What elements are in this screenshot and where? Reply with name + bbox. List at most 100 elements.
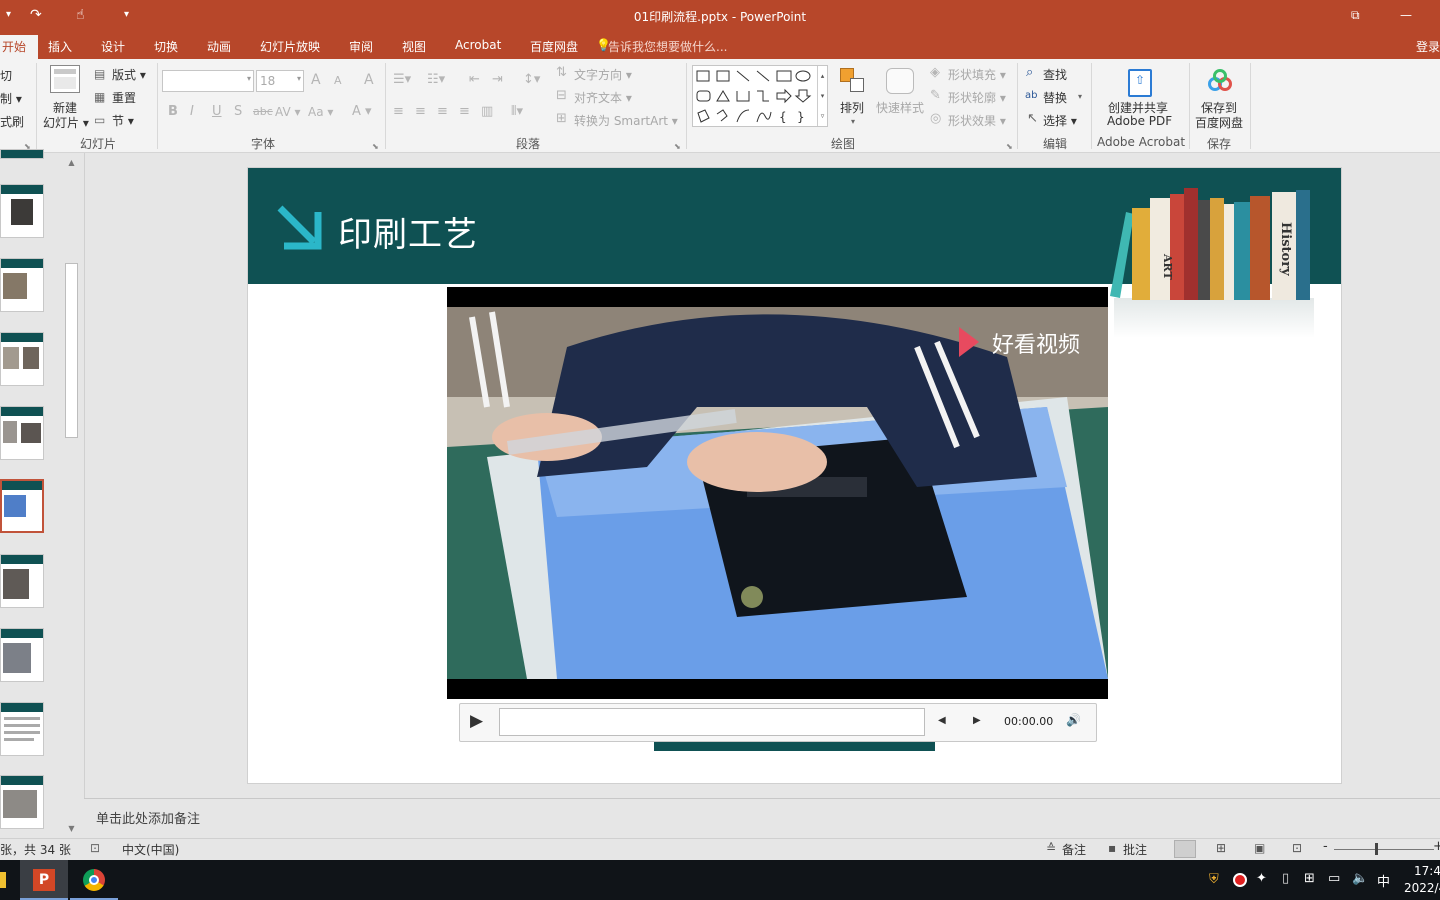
distribute-icon[interactable]: ▥	[481, 104, 493, 120]
shapes-gallery[interactable]: { } ▴ ▾ ▿	[692, 65, 828, 127]
slide-thumbnail-selected[interactable]	[0, 479, 44, 533]
tab-transitions[interactable]: 切换	[154, 38, 178, 55]
replace-button[interactable]: 替换	[1043, 89, 1067, 106]
notes-pane[interactable]	[84, 798, 1440, 838]
shape-fill-button[interactable]: 形状填充 ▾	[948, 66, 1006, 83]
shadow-button[interactable]: S	[234, 104, 242, 120]
spellcheck-icon[interactable]: ⊡	[90, 841, 100, 855]
decrease-indent-icon[interactable]: ⇤	[469, 72, 480, 88]
tab-design[interactable]: 设计	[101, 38, 125, 55]
record-tray-icon[interactable]	[1233, 873, 1247, 887]
align-left-icon[interactable]: ≡	[393, 104, 404, 120]
slide-thumbnail[interactable]	[0, 184, 44, 238]
slide-thumbnail[interactable]	[0, 149, 44, 159]
thumbnail-scroll-thumb[interactable]	[65, 263, 78, 438]
slide-thumbnail[interactable]	[0, 332, 44, 386]
taskbar-powerpoint[interactable]: P	[20, 860, 68, 900]
bold-button[interactable]: B	[168, 104, 178, 120]
tray-app-icon[interactable]: ✦	[1256, 871, 1267, 886]
select-button[interactable]: 选择 ▾	[1043, 112, 1077, 129]
clear-formatting-icon[interactable]: A	[364, 72, 374, 88]
embedded-video[interactable]: 好看视频	[447, 287, 1108, 699]
slide-sorter-icon[interactable]: ⊞	[1216, 841, 1226, 855]
save-baidu-label-2[interactable]: 百度网盘	[1195, 114, 1243, 131]
play-button[interactable]: ▶	[470, 711, 483, 731]
columns-icon[interactable]: ⫴▾	[511, 104, 523, 120]
strikethrough-button[interactable]: abc	[253, 104, 273, 120]
reset-button[interactable]: 重置	[112, 89, 136, 106]
seek-back-button[interactable]: ◀	[938, 715, 946, 726]
comments-toggle-button[interactable]: 批注	[1123, 841, 1147, 858]
section-button[interactable]: 节 ▾	[112, 112, 134, 129]
ribbon-display-icon[interactable]: ⧉	[1351, 5, 1360, 25]
scroll-up-icon[interactable]: ▲	[64, 156, 79, 170]
new-slide-icon[interactable]	[50, 65, 80, 93]
notes-toggle-button[interactable]: 备注	[1062, 841, 1086, 858]
underline-button[interactable]: U	[212, 104, 222, 120]
numbering-icon[interactable]: ☷▾	[427, 72, 445, 88]
justify-icon[interactable]: ≡	[459, 104, 470, 120]
align-center-icon[interactable]: ≡	[415, 104, 426, 120]
align-text-button[interactable]: 对齐文本 ▾	[574, 89, 632, 106]
copy-button[interactable]: 制 ▾	[0, 90, 22, 107]
slide-thumbnail[interactable]	[0, 554, 44, 608]
volume-icon[interactable]: 🔊	[1066, 713, 1081, 727]
notes-placeholder[interactable]: 单击此处添加备注	[96, 808, 200, 827]
font-color-button[interactable]: A ▾	[352, 104, 372, 120]
shape-outline-button[interactable]: 形状轮廓 ▾	[948, 89, 1006, 106]
taskbar-clock-time[interactable]: 17:4	[1414, 864, 1440, 878]
grow-font-icon[interactable]: A	[311, 72, 321, 88]
tab-slideshow[interactable]: 幻灯片放映	[260, 38, 320, 55]
new-slide-dropdown[interactable]: 幻灯片 ▾	[43, 114, 89, 131]
tab-insert[interactable]: 插入	[48, 38, 72, 55]
defender-tray-icon[interactable]: ⊞	[1304, 871, 1315, 886]
language-indicator[interactable]: 中文(中国)	[122, 841, 179, 858]
slide-thumbnail[interactable]	[0, 258, 44, 312]
zoom-out-button[interactable]: -	[1323, 839, 1328, 854]
text-direction-button[interactable]: 文字方向 ▾	[574, 66, 632, 83]
security-tray-icon[interactable]: ⛨	[1209, 872, 1219, 887]
thumbnail-scrollbar[interactable]	[64, 156, 79, 836]
tab-home[interactable]: 开始	[0, 35, 39, 61]
zoom-slider-thumb[interactable]	[1375, 843, 1378, 855]
font-size-input[interactable]: 18 ▾	[256, 70, 304, 92]
slide-thumbnail[interactable]	[0, 775, 44, 829]
minimize-button[interactable]: —	[1400, 5, 1412, 25]
char-spacing-button[interactable]: AV ▾	[275, 104, 301, 120]
usb-tray-icon[interactable]: ▯	[1282, 871, 1289, 886]
quick-styles-button[interactable]: 快速样式	[876, 99, 924, 116]
zoom-slider[interactable]	[1334, 849, 1434, 850]
align-right-icon[interactable]: ≡	[437, 104, 448, 120]
line-spacing-icon[interactable]: ↕▾	[523, 72, 540, 88]
shape-effects-button[interactable]: 形状效果 ▾	[948, 112, 1006, 129]
tab-review[interactable]: 审阅	[349, 38, 373, 55]
sign-in-link[interactable]: 登录	[1416, 38, 1440, 55]
scroll-down-icon[interactable]: ▼	[64, 822, 79, 836]
slide-thumbnail[interactable]	[0, 702, 44, 756]
video-progress-bar[interactable]	[499, 708, 925, 736]
tab-acrobat[interactable]: Acrobat	[455, 38, 501, 52]
cut-button[interactable]: 切	[0, 67, 12, 84]
slide-thumbnail[interactable]	[0, 406, 44, 460]
convert-smartart-button[interactable]: 转换为 SmartArt ▾	[574, 112, 678, 129]
tab-view[interactable]: 视图	[402, 38, 426, 55]
zoom-in-button[interactable]: +	[1433, 839, 1440, 854]
reading-view-icon[interactable]: ▣	[1254, 841, 1265, 855]
seek-forward-button[interactable]: ▶	[973, 715, 981, 726]
ime-indicator[interactable]: 中	[1377, 871, 1390, 890]
taskbar-chrome[interactable]	[70, 860, 118, 900]
layout-button[interactable]: 版式 ▾	[112, 66, 146, 83]
tab-animations[interactable]: 动画	[207, 38, 231, 55]
bullets-icon[interactable]: ☰▾	[393, 72, 411, 88]
increase-indent-icon[interactable]: ⇥	[492, 72, 503, 88]
tab-baidu[interactable]: 百度网盘	[530, 38, 578, 55]
normal-view-button[interactable]	[1174, 840, 1196, 858]
taskbar-app-icon[interactable]	[0, 872, 6, 888]
slide-thumbnail[interactable]	[0, 628, 44, 682]
change-case-button[interactable]: Aa ▾	[308, 104, 333, 120]
create-pdf-label-2[interactable]: Adobe PDF	[1107, 114, 1172, 128]
italic-button[interactable]: I	[190, 104, 194, 120]
tell-me-search[interactable]: 告诉我您想要做什么...	[608, 38, 727, 55]
taskbar-clock-date[interactable]: 2022/4	[1404, 881, 1440, 895]
font-name-input[interactable]: ▾	[162, 70, 254, 92]
